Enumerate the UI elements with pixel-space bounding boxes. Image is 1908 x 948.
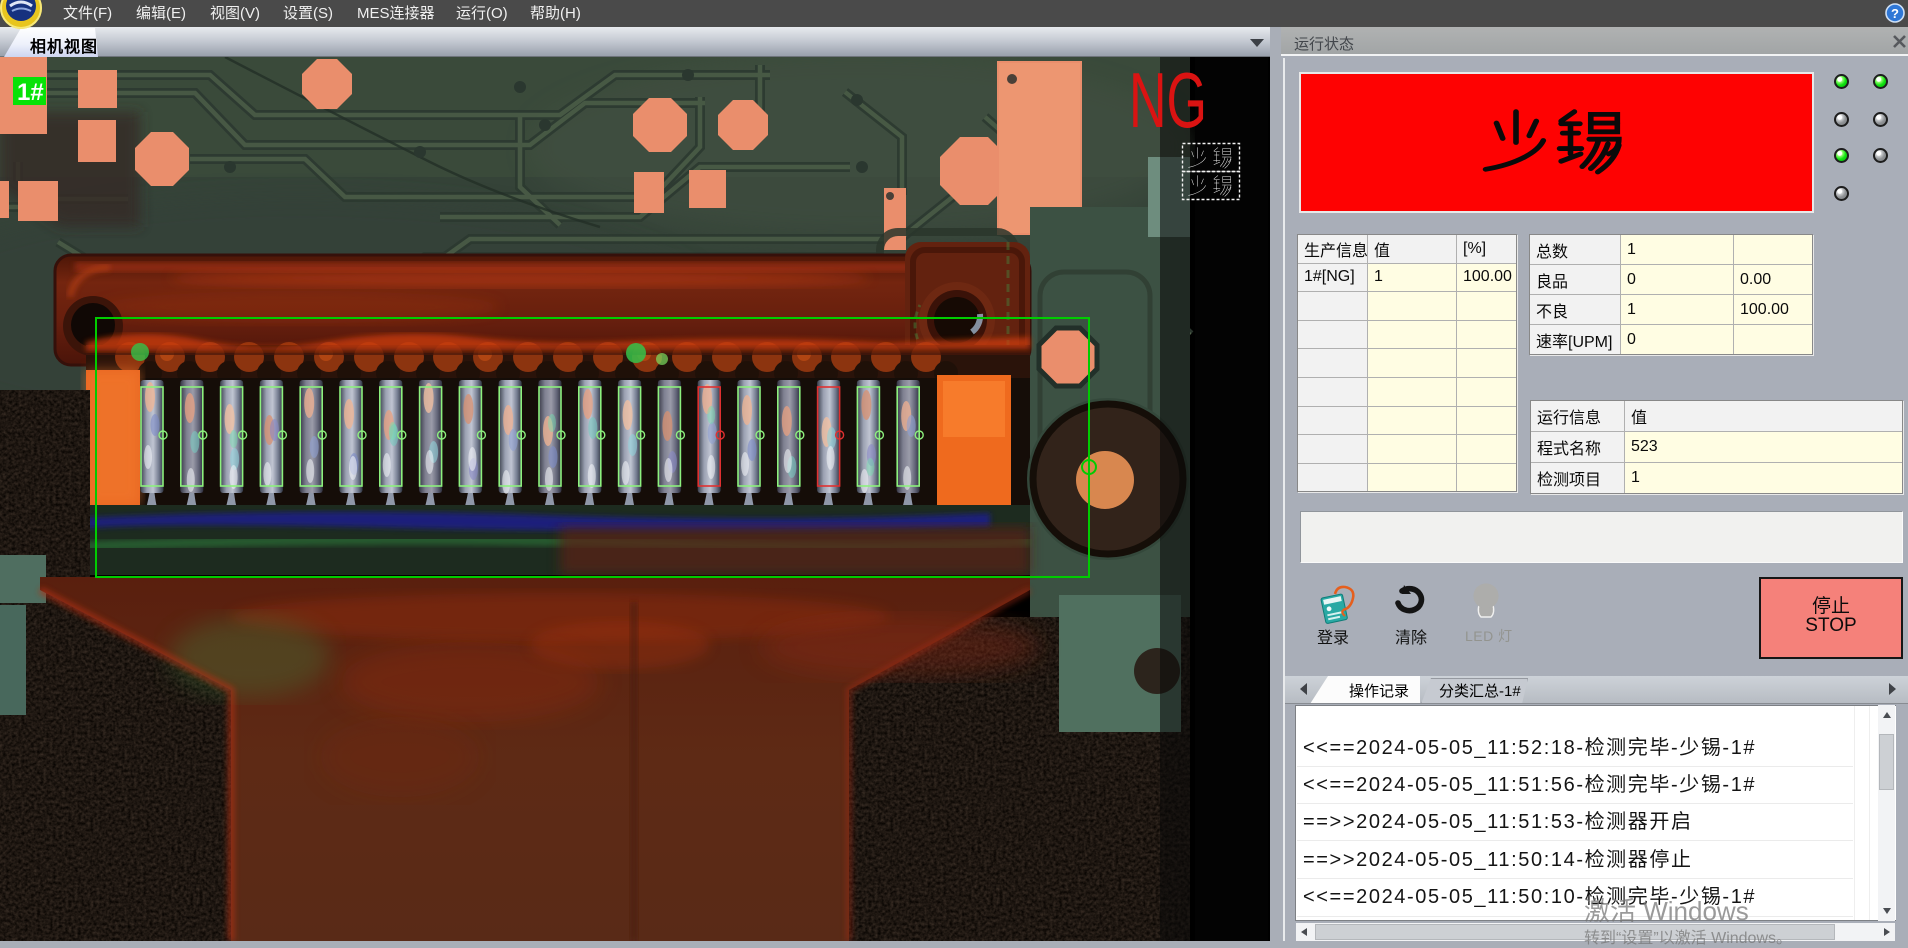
svg-text:?: ? (1891, 6, 1899, 21)
svg-text:NG: NG (1129, 57, 1207, 144)
svg-text:1#: 1# (17, 79, 44, 106)
